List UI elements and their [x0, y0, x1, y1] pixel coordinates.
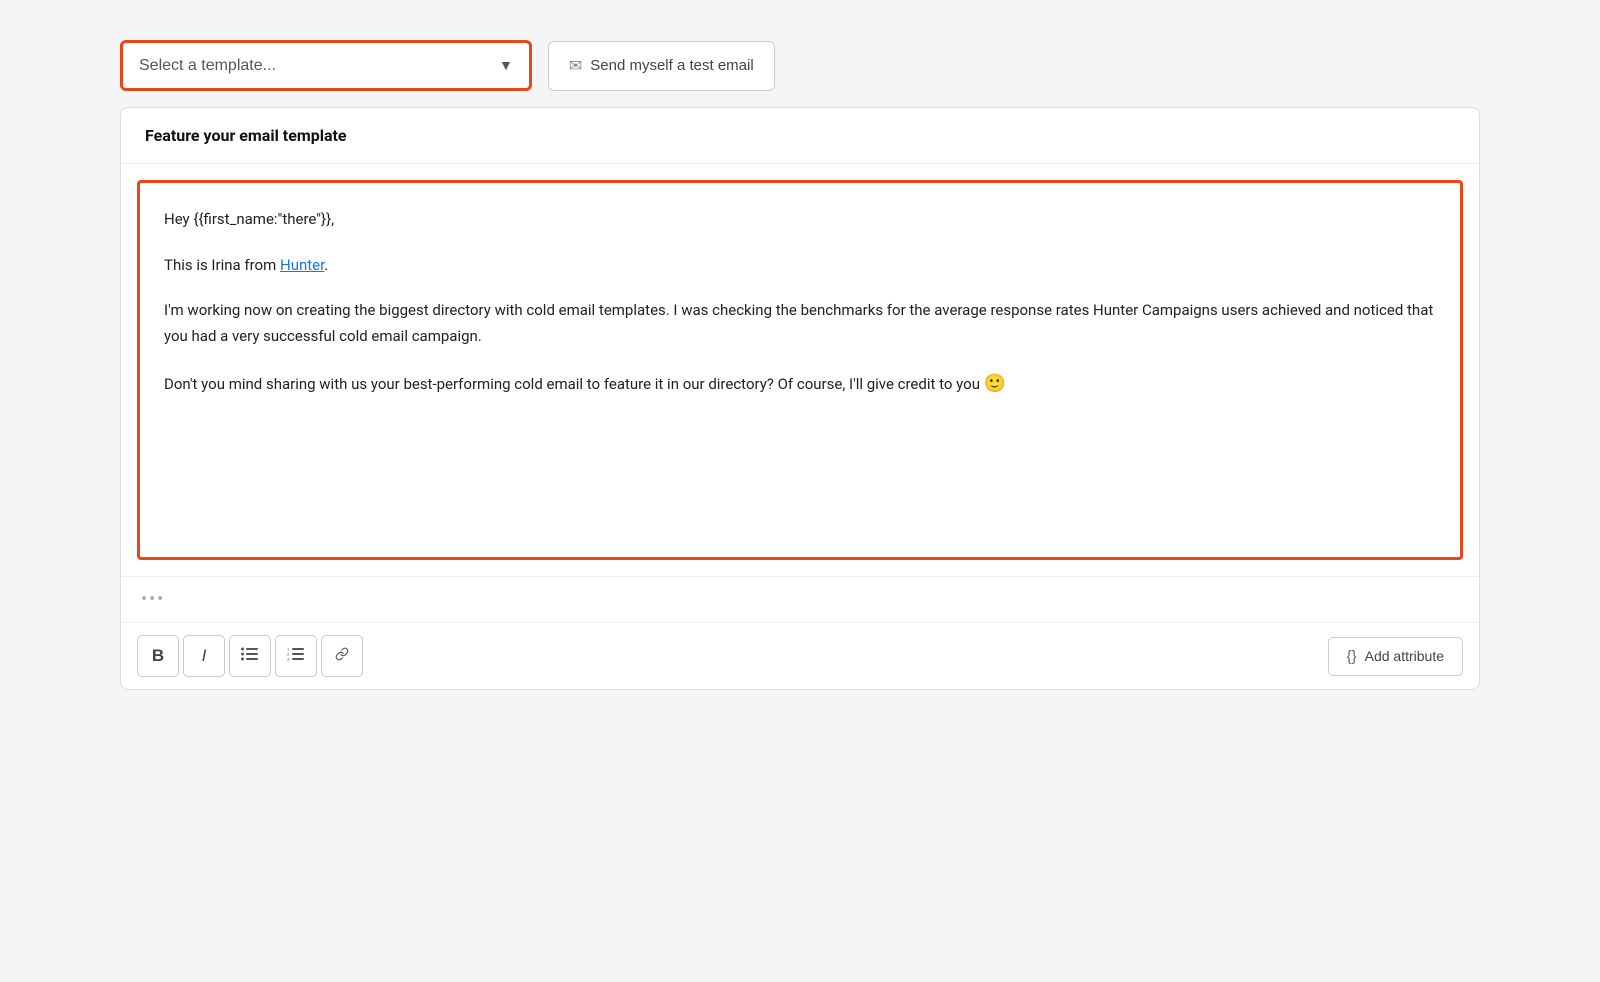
chevron-down-icon: ▼ [483, 43, 529, 88]
test-email-button[interactable]: ✉ Send myself a test email [548, 41, 775, 91]
link-button[interactable] [321, 635, 363, 677]
test-email-label: Send myself a test email [590, 57, 753, 74]
editor-line-1: Hey {{first_name:"there"}}, [164, 207, 1436, 233]
email-template-card: Feature your email template Hey {{first_… [120, 107, 1480, 690]
editor-line-4: Don't you mind sharing with us your best… [164, 369, 1436, 400]
unordered-list-icon [241, 647, 259, 666]
hunter-link[interactable]: Hunter [280, 256, 324, 274]
ordered-list-button[interactable]: 1. 2. 3. [275, 635, 317, 677]
template-select-wrapper[interactable]: Select a template... ▼ [120, 40, 532, 91]
toolbar-left: B I [137, 635, 363, 677]
editor-line2-prefix: This is Irina from [164, 256, 280, 274]
page-container: Select a template... ▼ ✉ Send myself a t… [120, 40, 1480, 690]
card-title: Feature your email template [145, 126, 347, 145]
template-select[interactable]: Select a template... [123, 43, 483, 88]
editor-line4-prefix: Don't you mind sharing with us your best… [164, 375, 984, 393]
ordered-list-icon: 1. 2. 3. [287, 647, 305, 666]
italic-button[interactable]: I [183, 635, 225, 677]
email-icon: ✉ [569, 56, 582, 76]
curly-braces-icon: {} [1347, 648, 1357, 665]
bold-button[interactable]: B [137, 635, 179, 677]
add-attribute-button[interactable]: {} Add attribute [1328, 637, 1463, 676]
dots-indicator: ••• [141, 589, 165, 610]
top-bar: Select a template... ▼ ✉ Send myself a t… [120, 40, 1480, 91]
editor-toolbar: B I [121, 622, 1479, 689]
dots-row: ••• [121, 576, 1479, 622]
link-icon [333, 647, 351, 666]
editor-line-2: This is Irina from Hunter. [164, 253, 1436, 279]
add-attribute-label: Add attribute [1365, 648, 1444, 664]
svg-text:3.: 3. [287, 656, 290, 661]
italic-label: I [202, 646, 207, 666]
editor-line2-suffix: . [324, 256, 328, 274]
card-header: Feature your email template [121, 108, 1479, 164]
smiley-emoji: 🙂 [984, 373, 1006, 394]
email-editor[interactable]: Hey {{first_name:"there"}}, This is Irin… [137, 180, 1463, 560]
bold-label: B [152, 646, 164, 666]
unordered-list-button[interactable] [229, 635, 271, 677]
editor-content: Hey {{first_name:"there"}}, This is Irin… [164, 207, 1436, 400]
editor-line-3: I'm working now on creating the biggest … [164, 298, 1436, 349]
